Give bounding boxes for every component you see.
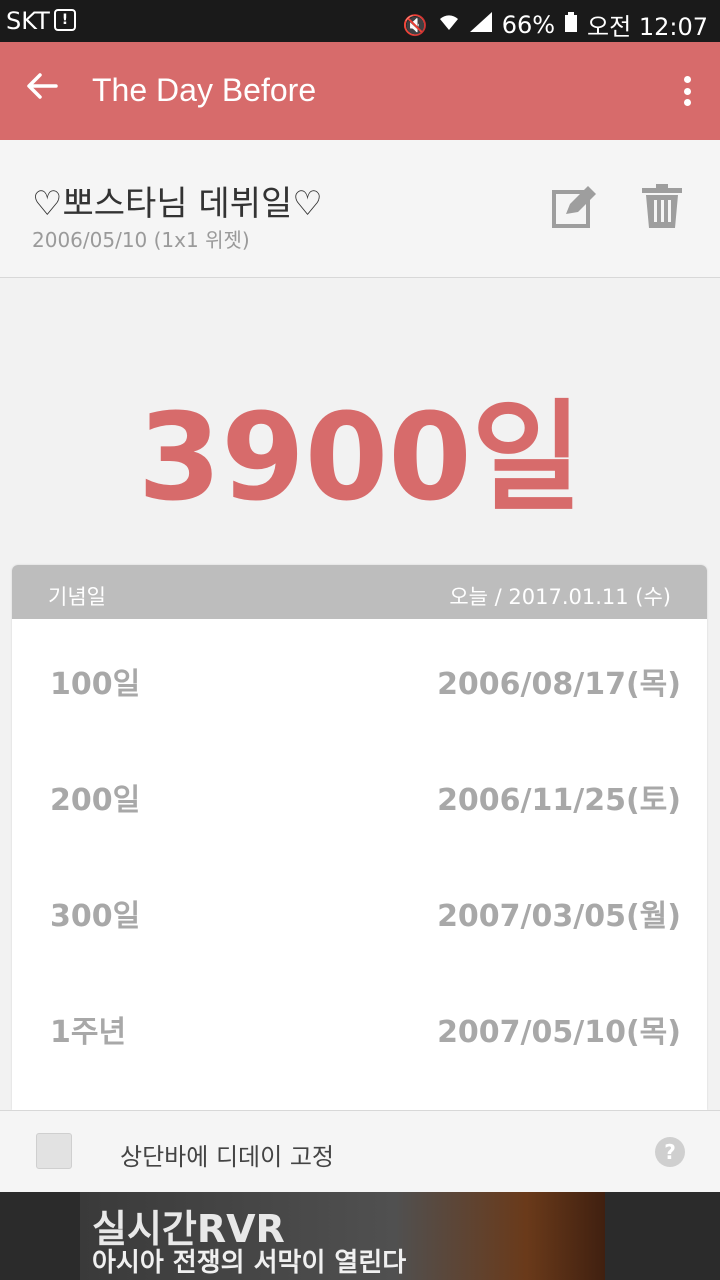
header-today: 오늘 / 2017.01.11 (수) [449, 585, 671, 609]
clock: 오전 12:07 [587, 13, 708, 41]
row-date: 2007/05/10(목) [437, 1015, 681, 1050]
event-name: ♡뽀스타님 데뷔일♡ [32, 184, 323, 224]
notification-alert-icon: ! [54, 9, 76, 31]
row-label: 100일 [50, 667, 141, 702]
ad-subline: 아시아 전쟁의 서막이 열린다 [92, 1248, 407, 1278]
row-label: 300일 [50, 899, 141, 934]
row-date: 2007/03/05(월) [437, 899, 681, 934]
app-title: The Day Before [92, 72, 317, 108]
table-row: 300일 2007/03/05(월) [12, 851, 707, 967]
bottom-bar: 상단바에 디데이 고정 ? [0, 1110, 720, 1192]
row-date: 2006/08/17(목) [437, 667, 681, 702]
event-date: 2006/05/10 (1x1 위젯) [32, 228, 250, 252]
row-label: 1주년 [50, 1015, 127, 1050]
mute-icon: 🔇 [402, 12, 428, 37]
event-header: ♡뽀스타님 데뷔일♡ 2006/05/10 (1x1 위젯) [0, 140, 720, 278]
row-label: 200일 [50, 783, 141, 818]
help-icon[interactable]: ? [655, 1137, 685, 1167]
table-header: 기념일 오늘 / 2017.01.11 (수) [12, 565, 707, 619]
back-arrow-icon[interactable] [24, 68, 64, 108]
ad-banner[interactable]: 실시간RVR 아시아 전쟁의 서막이 열린다 i ✕ [80, 1192, 605, 1280]
table-row: 100일 2006/08/17(목) [12, 619, 707, 735]
edit-icon[interactable] [552, 184, 598, 228]
delete-icon[interactable] [640, 184, 684, 228]
table-row: 1주년 2007/05/10(목) [12, 967, 707, 1083]
header-anniversary: 기념일 [48, 585, 106, 609]
dday-count: 3900일 [137, 389, 583, 528]
wifi-icon [438, 12, 460, 37]
ad-area: 실시간RVR 아시아 전쟁의 서막이 열린다 i ✕ [0, 1192, 720, 1280]
status-bar: SKT ! 🔇 66% 오전 12:07 [0, 0, 720, 42]
pin-statusbar-checkbox[interactable] [36, 1133, 72, 1169]
battery-percent: 66% [501, 10, 556, 39]
overflow-menu-icon[interactable] [684, 76, 692, 106]
app-bar: The Day Before [0, 42, 720, 140]
battery-icon [565, 12, 578, 37]
table-row: 200일 2006/11/25(토) [12, 735, 707, 851]
status-right: 🔇 66% 오전 12:07 [403, 7, 708, 42]
row-date: 2006/11/25(토) [437, 783, 681, 818]
signal-icon [469, 12, 492, 37]
carrier-label: SKT [6, 7, 50, 35]
anniversary-table: 기념일 오늘 / 2017.01.11 (수) 100일 2006/08/17(… [12, 565, 707, 1110]
pin-statusbar-label[interactable]: 상단바에 디데이 고정 [120, 1137, 334, 1172]
